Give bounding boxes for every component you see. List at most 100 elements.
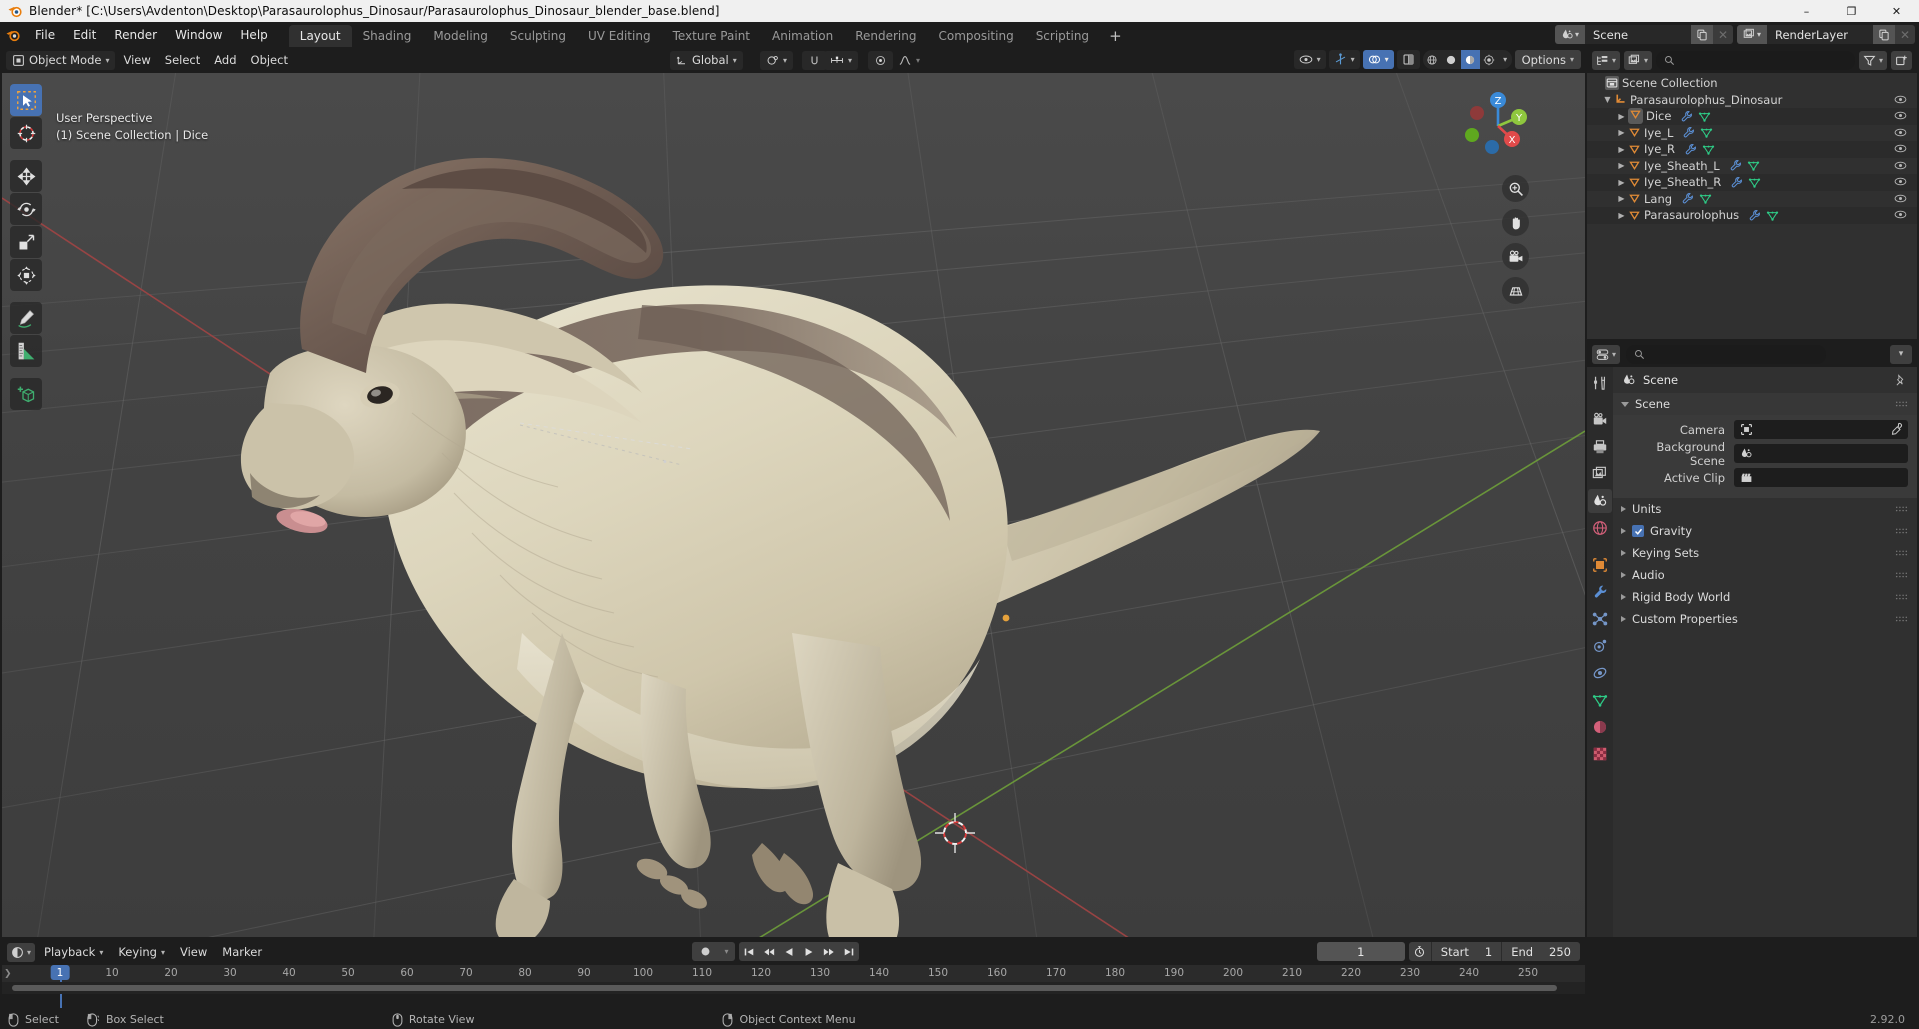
transform-tool[interactable] [10,259,42,291]
timeline-collapse-handle[interactable]: ❯ [4,969,12,979]
snap-settings[interactable]: ▾ [824,50,859,70]
panel-header-keying-sets[interactable]: Keying Sets [1613,542,1917,564]
next-keyframe-button[interactable] [819,942,839,961]
material-preview-shading-button[interactable] [1460,50,1480,69]
close-button[interactable]: ✕ [1874,0,1919,22]
viewport-menu-add[interactable]: Add [208,51,242,70]
jump-to-end-button[interactable] [839,942,859,961]
outliner-row-collection[interactable]: ▼ Parasaurolophus_Dinosaur [1587,92,1917,109]
eyedropper-icon[interactable] [1889,422,1903,439]
menu-window[interactable]: Window [166,22,231,47]
viewport-menu-select[interactable]: Select [159,51,206,70]
background-scene-field[interactable] [1734,444,1908,463]
add-workspace-button[interactable]: + [1100,25,1131,47]
scale-tool[interactable] [10,226,42,258]
outliner-editor-type-selector[interactable]: ▾ [1592,50,1621,70]
modifier-wrench-icon[interactable] [1729,159,1742,172]
modifier-wrench-icon[interactable] [1730,176,1743,189]
gravity-checkbox[interactable] [1632,525,1644,537]
viewlayer-selector[interactable]: ▾ RenderLayer ✕ [1737,25,1915,44]
tab-rendering[interactable]: Rendering [844,25,927,47]
tab-material-icon[interactable] [1588,715,1612,739]
tab-world-icon[interactable] [1588,516,1612,540]
outliner-row-object[interactable]: ▶ Parasaurolophus [1587,207,1917,224]
timeline-view-menu[interactable]: View [174,943,213,962]
outliner-search-input[interactable] [1656,50,1855,70]
viewport-menu-view[interactable]: View [117,51,156,70]
cursor-tool[interactable] [10,117,42,149]
solid-shading-button[interactable] [1442,50,1461,69]
auto-keying-options-chevron[interactable]: ▾ [718,942,735,961]
visibility-eye-icon[interactable] [1894,142,1907,155]
mesh-data-icon[interactable] [1702,143,1715,156]
pin-icon[interactable] [1894,373,1907,387]
modifier-wrench-icon[interactable] [1748,209,1761,222]
outliner-row-object[interactable]: ▶ Iye_R [1587,141,1917,158]
tab-physics-icon[interactable] [1588,634,1612,658]
tab-layout[interactable]: Layout [288,25,352,47]
properties-search-input[interactable] [1626,344,1827,364]
outliner-row-scene-collection[interactable]: Scene Collection [1587,75,1917,92]
proportional-edit-toggle[interactable] [868,50,893,70]
outliner-display-mode-selector[interactable]: ▾ [1624,50,1653,70]
visibility-eye-icon[interactable] [1894,126,1907,139]
expand-disclosure-icon[interactable]: ▼ [1601,95,1614,104]
annotate-tool[interactable] [10,302,42,334]
use-preview-range-icon[interactable] [1408,942,1431,961]
outliner-row-object[interactable]: ▶ Iye_Sheath_R [1587,174,1917,191]
pivot-point-selector[interactable]: ▾ [760,50,794,70]
mesh-data-icon[interactable] [1747,159,1760,172]
panel-header-gravity[interactable]: Gravity [1613,520,1917,542]
current-frame-field[interactable]: 1 [1316,942,1405,961]
panel-header-rigid-body-world[interactable]: Rigid Body World [1613,586,1917,608]
playhead-indicator[interactable]: 1 [50,965,70,980]
viewport-menu-object[interactable]: Object [245,51,294,70]
overlays-toggle[interactable]: ▾ [1362,50,1394,69]
tab-constraints-icon[interactable] [1588,661,1612,685]
tab-uv-editing[interactable]: UV Editing [577,25,662,47]
visibility-eye-icon[interactable] [1894,208,1907,221]
remove-scene-icon[interactable]: ✕ [1713,25,1733,44]
expand-disclosure-icon[interactable]: ▶ [1615,128,1628,137]
tab-sculpting[interactable]: Sculpting [499,25,577,47]
visibility-eye-icon[interactable] [1894,159,1907,172]
outliner-row-object[interactable]: ▶ Lang [1587,191,1917,208]
tab-tool-icon[interactable] [1588,371,1612,395]
active-clip-field[interactable] [1734,468,1908,487]
tab-output-icon[interactable] [1588,435,1612,459]
zoom-icon[interactable] [1502,175,1529,202]
rendered-shading-button[interactable] [1480,50,1499,69]
remove-viewlayer-icon[interactable]: ✕ [1895,25,1915,44]
blender-menu-icon[interactable] [0,22,26,47]
jump-to-start-button[interactable] [739,942,759,961]
minimize-button[interactable]: – [1784,0,1829,22]
properties-editor-type-selector[interactable]: ▾ [1592,344,1621,364]
modifier-wrench-icon[interactable] [1682,126,1695,139]
tab-texture-icon[interactable] [1588,742,1612,766]
mesh-data-icon[interactable] [1766,209,1779,222]
outliner-row-object[interactable]: ▶ Iye_Sheath_L [1587,158,1917,175]
tab-compositing[interactable]: Compositing [927,25,1024,47]
camera-field[interactable] [1734,420,1908,439]
timeline-marker-menu[interactable]: Marker [216,943,268,962]
wireframe-shading-button[interactable] [1423,50,1442,69]
menu-render[interactable]: Render [105,22,166,47]
menu-edit[interactable]: Edit [64,22,105,47]
properties-options-chevron[interactable]: ▾ [1890,344,1912,364]
visibility-eye-icon[interactable] [1894,192,1907,205]
outliner-row-object[interactable]: ▶ Dice [1587,108,1917,125]
viewport-canvas[interactable]: • User Perspective (1) Scene Collection … [2,73,1585,937]
mesh-data-icon[interactable] [1748,176,1761,189]
new-collection-icon[interactable] [1891,50,1912,70]
tab-view-layer-icon[interactable] [1588,462,1612,486]
timeline-ruler[interactable]: 1 10 20 30 40 50 60 70 80 90 100 110 120… [2,965,1585,1008]
mesh-data-icon[interactable] [1699,192,1712,205]
timeline-keying-menu[interactable]: Keying ▾ [112,943,171,962]
timeline-editor-type-selector[interactable]: ▾ [7,942,36,962]
panel-header-custom-properties[interactable]: Custom Properties [1613,608,1917,630]
panel-header-audio[interactable]: Audio [1613,564,1917,586]
outliner-row-object[interactable]: ▶ Iye_L [1587,125,1917,142]
tab-scene-icon[interactable] [1588,489,1612,513]
timeline-playback-menu[interactable]: Playback ▾ [38,943,109,962]
visibility-eye-icon[interactable] [1894,109,1907,122]
